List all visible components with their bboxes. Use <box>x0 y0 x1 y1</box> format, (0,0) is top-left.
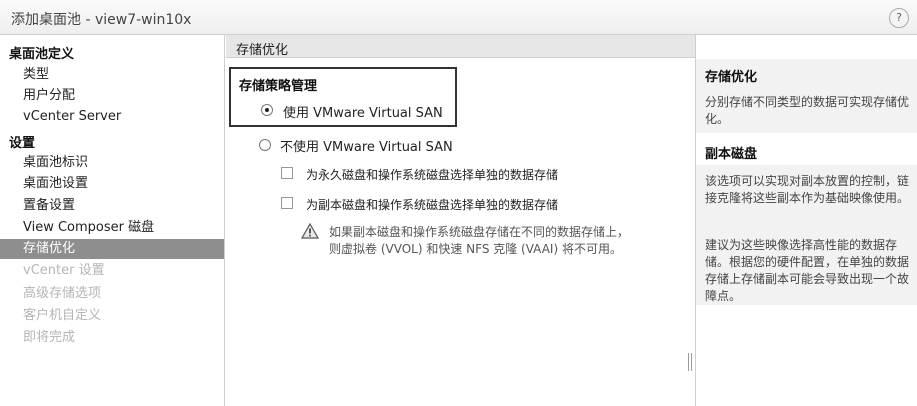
nav-item-advanced-storage: 高级存储选项 <box>23 286 102 301</box>
page-title: 存储优化 <box>236 43 289 58</box>
checkbox-replica-disks[interactable] <box>281 197 293 209</box>
help-title-replica-disks: 副本磁盘 <box>705 147 758 162</box>
radio-use-vsan-label[interactable]: 使用 VMware Virtual SAN <box>283 102 443 121</box>
scrollbar-handle[interactable] <box>688 353 692 371</box>
help-block-storage-optimization: 存储优化 分别存储不同类型的数据可实现存储优化。 <box>696 59 917 133</box>
storage-policy-label: 存储策略管理 <box>239 79 318 94</box>
main-panel: 存储优化 存储策略管理 使用 VMware Virtual SAN 不使用 VM… <box>226 35 695 406</box>
nav-item-provisioning-settings[interactable]: 置备设置 <box>0 196 224 216</box>
nav-item-guest-customization: 客户机自定义 <box>23 308 102 323</box>
nav-item-storage-optimization[interactable]: 存储优化 <box>0 239 224 259</box>
storage-policy-box: 存储策略管理 使用 VMware Virtual SAN <box>229 67 457 127</box>
help-text-replica-recommendation: 建议为这些映像选择高性能的数据存储。根据您的硬件配置，在单独的数据存储上存储副本… <box>705 238 910 303</box>
window-title: 添加桌面池 - view7-win10x <box>11 12 192 28</box>
nav-section-pool-definition: 桌面池定义 <box>9 47 75 62</box>
wizard-nav: 桌面池定义 类型 用户分配 vCenter Server 设置 桌面池标识 桌面… <box>0 35 225 406</box>
help-text-storage-optimization: 分别存储不同类型的数据可实现存储优化。 <box>705 95 910 126</box>
help-text-replica-placement: 该选项可以实现对副本放置的控制，链接克隆将这些副本作为基础映像使用。 <box>705 174 910 205</box>
nav-item-vcenter-server[interactable]: vCenter Server <box>0 107 224 127</box>
nav-item-ready-to-complete: 即将完成 <box>23 330 76 345</box>
checkbox-persistent-disks-label[interactable]: 为永久磁盘和操作系统磁盘选择单独的数据存储 <box>306 166 558 183</box>
nav-item-type[interactable]: 类型 <box>0 65 224 85</box>
window-titlebar: 添加桌面池 - view7-win10x ? <box>0 0 917 35</box>
nav-item-view-composer-disks[interactable]: View Composer 磁盘 <box>0 218 224 238</box>
checkbox-persistent-disks[interactable] <box>281 167 293 179</box>
warning-text: 如果副本磁盘和操作系统磁盘存储在不同的数据存储上，则虚拟卷 (VVOL) 和快速… <box>329 225 630 256</box>
radio-use-vsan[interactable] <box>261 104 273 116</box>
main-header: 存储优化 <box>226 35 695 58</box>
nav-section-settings: 设置 <box>9 136 36 151</box>
radio-selected-dot <box>265 108 269 112</box>
help-icon[interactable]: ? <box>889 8 909 28</box>
nav-item-user-assignment[interactable]: 用户分配 <box>0 86 224 106</box>
radio-not-use-vsan-label[interactable]: 不使用 VMware Virtual SAN <box>280 136 453 155</box>
warning-icon <box>301 223 319 239</box>
help-panel: 存储优化 分别存储不同类型的数据可实现存储优化。 副本磁盘 该选项可以实现对副本… <box>695 35 917 406</box>
nav-item-pool-settings[interactable]: 桌面池设置 <box>0 174 224 194</box>
nav-item-pool-identification[interactable]: 桌面池标识 <box>0 153 224 173</box>
help-title-storage-optimization: 存储优化 <box>705 70 758 85</box>
checkbox-replica-disks-label[interactable]: 为副本磁盘和操作系统磁盘选择单独的数据存储 <box>306 196 558 213</box>
radio-not-use-vsan[interactable] <box>259 139 271 151</box>
nav-item-vcenter-settings: vCenter 设置 <box>23 263 105 278</box>
help-block-replica-disks: 该选项可以实现对副本放置的控制，链接克隆将这些副本作为基础映像使用。 建议为这些… <box>696 165 917 305</box>
